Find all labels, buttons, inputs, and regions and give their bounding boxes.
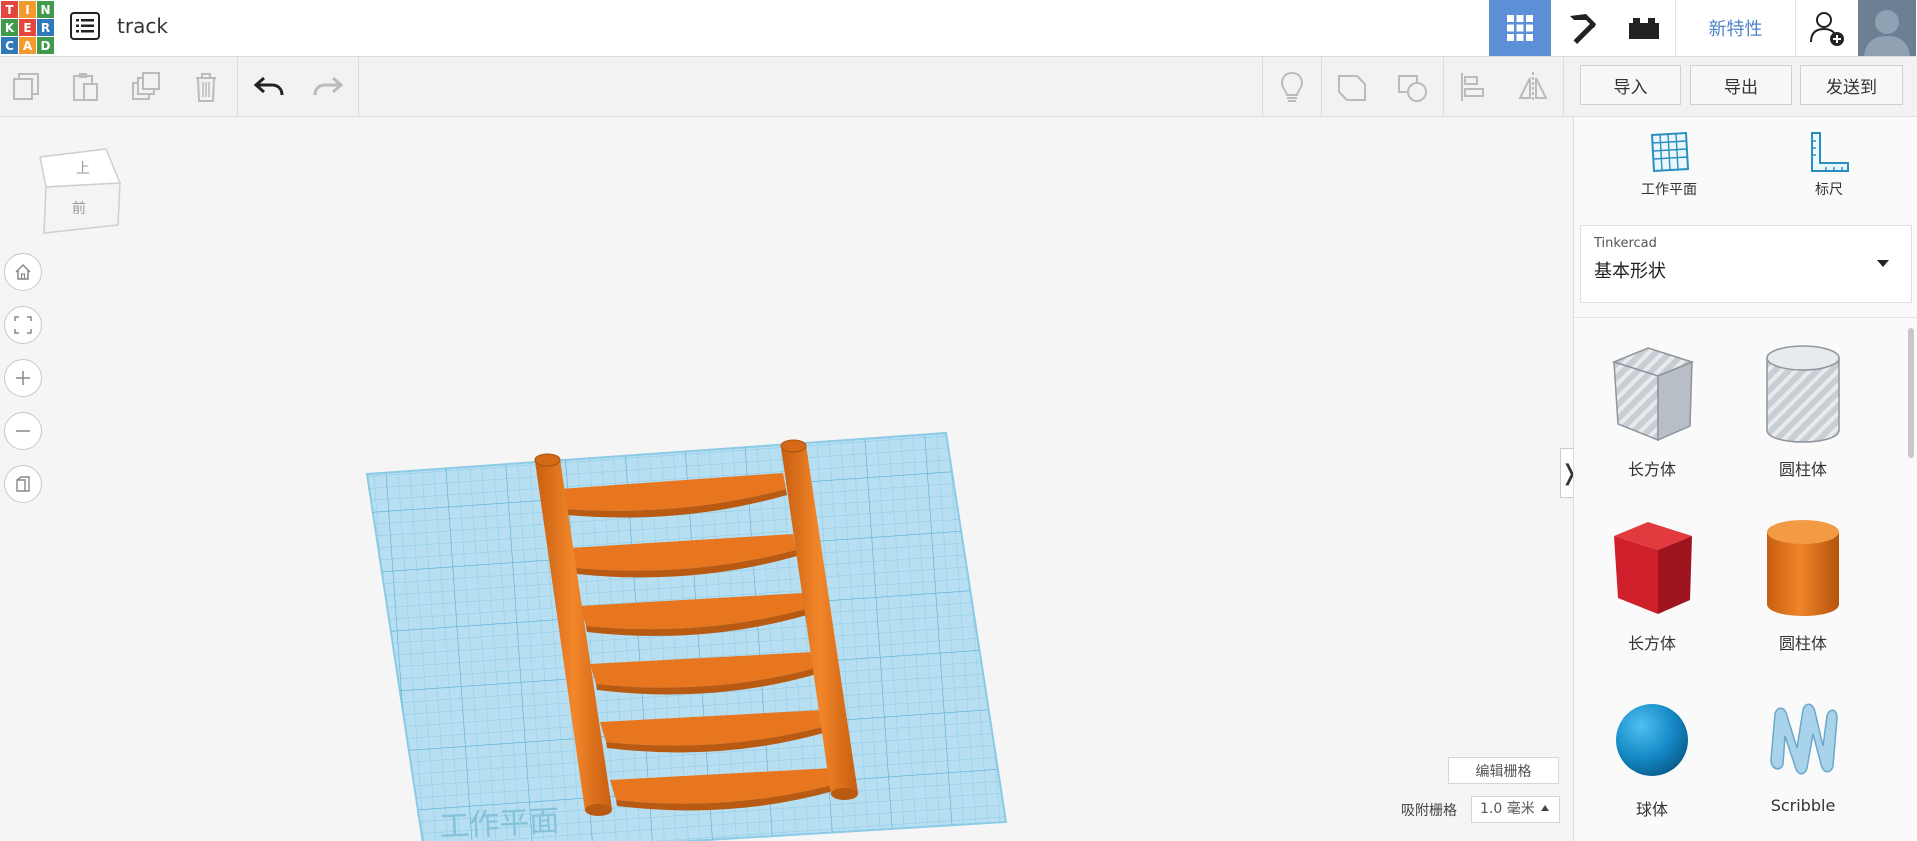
import-button[interactable]: 导入 bbox=[1580, 65, 1681, 105]
shape-box-hole[interactable]: 长方体 bbox=[1587, 340, 1717, 480]
logo-letter: C bbox=[1, 37, 18, 54]
workplane-icon bbox=[1650, 131, 1690, 173]
box-solid-icon bbox=[1614, 522, 1692, 614]
ruler-icon bbox=[1811, 132, 1849, 172]
shape-cylinder-hole[interactable]: 圆柱体 bbox=[1738, 340, 1868, 480]
lightbulb-icon[interactable] bbox=[1272, 67, 1312, 107]
shape-library-dropdown[interactable]: Tinkercad 基本形状 bbox=[1580, 225, 1912, 303]
shape-grid: 长方体 圆柱体 长方体 圆柱体 球体 Scribble bbox=[1574, 317, 1917, 841]
group-icon[interactable] bbox=[1332, 67, 1372, 107]
3d-design-grid-icon[interactable] bbox=[1489, 0, 1551, 56]
library-provider: Tinkercad bbox=[1594, 236, 1657, 251]
logo-letter: I bbox=[19, 1, 36, 18]
shape-label: 圆柱体 bbox=[1778, 634, 1827, 653]
copy-icon[interactable] bbox=[6, 67, 46, 107]
sphere-icon bbox=[1616, 704, 1688, 776]
top-right-nav: 新特性 bbox=[1489, 0, 1917, 56]
delete-icon[interactable] bbox=[186, 67, 226, 107]
shape-cylinder[interactable]: 圆柱体 bbox=[1738, 514, 1868, 654]
snap-grid-value: 1.0 毫米 bbox=[1480, 801, 1535, 817]
shape-label: 长方体 bbox=[1627, 460, 1676, 479]
shape-label: 圆柱体 bbox=[1778, 460, 1827, 479]
redo-icon[interactable] bbox=[308, 67, 348, 107]
paste-icon[interactable] bbox=[65, 67, 105, 107]
shape-label: Scribble bbox=[1770, 796, 1836, 815]
duplicate-icon[interactable] bbox=[126, 67, 166, 107]
ungroup-icon[interactable] bbox=[1392, 67, 1432, 107]
workplane-label: 工作平面 bbox=[1641, 182, 1697, 198]
mirror-icon[interactable] bbox=[1513, 67, 1553, 107]
snap-grid-select[interactable]: 1.0 毫米 bbox=[1471, 796, 1560, 823]
edit-grid-button[interactable]: 编辑栅格 bbox=[1448, 757, 1559, 784]
cylinder-hole-icon bbox=[1766, 345, 1840, 443]
shapes-scrollbar[interactable] bbox=[1908, 328, 1914, 458]
export-button[interactable]: 导出 bbox=[1690, 65, 1792, 105]
design-list-menu-icon[interactable] bbox=[70, 12, 100, 40]
logo-letter: D bbox=[37, 37, 54, 54]
send-to-button[interactable]: 发送到 bbox=[1800, 65, 1903, 105]
box-hole-icon bbox=[1611, 347, 1695, 442]
3d-workspace[interactable]: 上 前 工作平面 编辑栅格 吸附栅格 1.0 毫米 bbox=[0, 117, 1573, 841]
brick-icon[interactable] bbox=[1613, 0, 1675, 56]
new-features-link[interactable]: 新特性 bbox=[1675, 0, 1795, 56]
workplane-watermark: 工作平面 bbox=[439, 804, 561, 841]
library-name: 基本形状 bbox=[1594, 261, 1666, 282]
caret-up-icon bbox=[1541, 805, 1549, 811]
tinkercad-logo[interactable]: T I N K E R C A D bbox=[0, 0, 54, 54]
shape-scribble[interactable]: Scribble bbox=[1738, 690, 1868, 815]
avatar[interactable] bbox=[1857, 0, 1917, 56]
ruler-tool-button[interactable]: 标尺 bbox=[1774, 129, 1884, 199]
shape-label: 球体 bbox=[1635, 800, 1668, 819]
chevron-down-icon bbox=[1877, 260, 1889, 267]
logo-letter: T bbox=[1, 1, 18, 18]
align-icon[interactable] bbox=[1453, 67, 1493, 107]
workplane-scene[interactable]: 工作平面 bbox=[0, 117, 1573, 841]
logo-letter: R bbox=[37, 19, 54, 36]
shapes-panel: 工作平面 标尺 Tinkercad 基本形状 长方体 圆柱体 长方体 圆柱体 球… bbox=[1573, 117, 1917, 841]
top-bar: T I N K E R C A D track 新特性 bbox=[0, 0, 1917, 57]
logo-letter: N bbox=[37, 1, 54, 18]
cylinder-solid-icon bbox=[1767, 520, 1839, 616]
minecraft-pickaxe-icon[interactable] bbox=[1551, 0, 1613, 56]
workplane-tool-button[interactable]: 工作平面 bbox=[1614, 129, 1724, 199]
logo-letter: K bbox=[1, 19, 18, 36]
logo-letter: E bbox=[19, 19, 36, 36]
undo-icon[interactable] bbox=[249, 67, 289, 107]
shape-box[interactable]: 长方体 bbox=[1587, 514, 1717, 654]
project-title[interactable]: track bbox=[117, 14, 168, 38]
scribble-icon bbox=[1770, 703, 1838, 775]
ruler-label: 标尺 bbox=[1815, 182, 1843, 198]
logo-letter: A bbox=[19, 37, 36, 54]
shape-sphere[interactable]: 球体 bbox=[1587, 690, 1717, 820]
edit-toolbar: 导入 导出 发送到 bbox=[0, 57, 1917, 117]
snap-grid-label: 吸附栅格 bbox=[1401, 803, 1457, 819]
add-user-icon[interactable] bbox=[1795, 0, 1857, 56]
shape-label: 长方体 bbox=[1627, 634, 1676, 653]
